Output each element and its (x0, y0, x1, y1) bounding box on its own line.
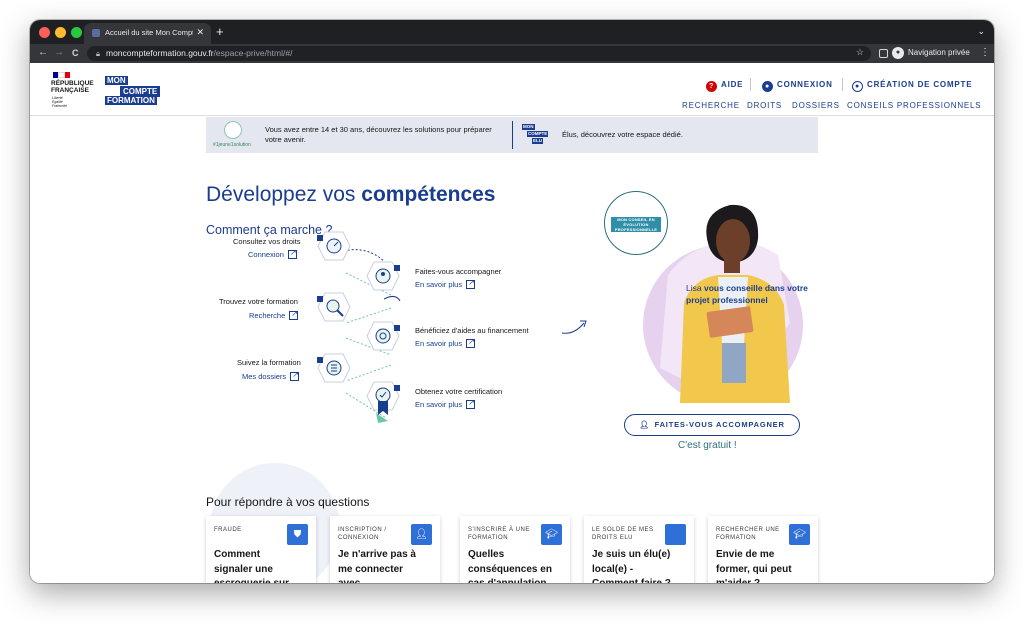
faq-question: Quelles conséquences en cas d'annulation (468, 549, 552, 583)
forward-button[interactable]: → (54, 47, 64, 58)
external-link-icon (287, 248, 297, 259)
faq-card[interactable]: INSCRIPTION / CONNEXION Je n'arrive pas … (330, 516, 440, 583)
external-link-icon (466, 337, 476, 348)
step-link-connexion[interactable]: Connexion (248, 248, 297, 259)
faq-question: Je suis un élu(e) local(e) - Comment fai… (592, 549, 671, 583)
mon-compte-elu-logo[interactable]: MON COMPTE ELU (521, 124, 553, 146)
free-label: C'est gratuit ! (678, 440, 737, 451)
faq-category: LE SOLDE DE MES DROITS ELU (592, 527, 654, 541)
questions-heading: Pour répondre à vos questions (206, 495, 370, 509)
republique-motto: Liberté Égalité Fraternité (52, 96, 67, 108)
tab-title: Accueil du site Mon Compte Fo (105, 28, 193, 37)
gauge-icon (317, 231, 351, 261)
step-link-mes-dossiers[interactable]: Mes dossiers (242, 370, 300, 381)
connexion-link[interactable]: ● CONNEXION (762, 80, 833, 92)
document-icon (317, 353, 351, 383)
jeune-solution-tag: #1jeune1solution (213, 142, 251, 148)
faq-category: INSCRIPTION / CONNEXION (338, 527, 387, 541)
browser-tab[interactable]: Accueil du site Mon Compte Fo ✕ (84, 23, 211, 44)
external-link-icon (290, 370, 300, 381)
external-link-icon (466, 278, 476, 289)
faq-card[interactable]: S'INSCRIRE À UNE FORMATION Quelles consé… (460, 516, 570, 583)
advisor-badge: MON CONSEIL EN ÉVOLUTION PROFESSIONNELLE (604, 191, 668, 255)
graduation-cap-icon: 🎓︎ (789, 524, 810, 545)
bookmark-star-icon[interactable]: ☆ (856, 47, 864, 58)
web-page: RÉPUBLIQUE FRANÇAISE Liberté Égalité Fra… (30, 63, 994, 583)
url-text: moncompteformation.gouv.fr/espace-prive/… (106, 48, 293, 58)
faq-card[interactable]: FRAUDE Comment signaler une escroquerie … (206, 516, 316, 583)
maximize-window-button[interactable] (71, 27, 82, 38)
tab-close-icon[interactable]: ✕ (196, 27, 204, 38)
money-icon (366, 321, 400, 351)
nav-divider (842, 78, 843, 91)
browser-window: Accueil du site Mon Compte Fo ✕ + ⌄ ← → … (30, 20, 994, 583)
incognito-icon: ● (892, 47, 904, 59)
menu-droits[interactable]: DROITS (747, 101, 782, 110)
address-bar[interactable]: 🔒︎ moncompteformation.gouv.fr/espace-pri… (87, 46, 871, 61)
jeune-solution-text[interactable]: Vous avez entre 14 et 30 ans, découvrez … (265, 125, 505, 145)
external-link-icon (289, 309, 299, 320)
menu-kebab-icon[interactable]: ⋮ (980, 47, 990, 58)
mon-compte-formation-logo[interactable]: MON COMPTE FORMATION (105, 76, 165, 106)
back-button[interactable]: ← (38, 47, 48, 58)
faq-category: RECHERCHER UNE FORMATION (716, 527, 780, 541)
shield-icon: ⛊ (287, 524, 308, 545)
menu-conseils-professionnels[interactable]: CONSEILS PROFESSIONNELS (847, 101, 981, 110)
tab-search-chevron-icon[interactable]: ⌄ (977, 26, 985, 37)
jeune-solution-logo[interactable] (224, 121, 242, 139)
faq-question: Comment signaler une escroquerie sur Mon… (214, 549, 289, 583)
faq-card[interactable]: RECHERCHER UNE FORMATION Envie de me for… (708, 516, 818, 583)
external-link-icon (466, 398, 476, 409)
new-tab-button[interactable]: + (216, 24, 224, 39)
user-circle-icon: ● (852, 81, 863, 92)
info-banner: #1jeune1solution Vous avez entre 14 et 3… (206, 117, 818, 153)
private-label: Navigation privée (908, 48, 970, 57)
step-link-en-savoir-plus[interactable]: En savoir plus (415, 398, 476, 409)
tab-strip: Accueil du site Mon Compte Fo ✕ + ⌄ (30, 20, 994, 44)
republique-francaise-label: RÉPUBLIQUE FRANÇAISE (51, 80, 94, 94)
favicon-icon (92, 29, 100, 37)
person-icon (366, 261, 400, 291)
browser-toolbar: ← → C 🔒︎ moncompteformation.gouv.fr/espa… (30, 44, 994, 63)
advisor-caption: Lisa vous conseille dans votre projet pr… (686, 283, 808, 305)
user-icon: ● (762, 81, 773, 92)
faq-question: Envie de me former, qui peut m'aider ? (716, 549, 792, 583)
private-browsing-indicator[interactable]: ● Navigation privée (892, 46, 970, 61)
side-panel-icon[interactable] (879, 49, 888, 58)
magnifier-icon (317, 292, 351, 322)
page-title: Développez vos compétences (206, 183, 496, 206)
step-link-en-savoir-plus[interactable]: En savoir plus (415, 278, 476, 289)
blank-icon (665, 524, 686, 545)
person-icon: 👤︎ (639, 420, 650, 429)
close-window-button[interactable] (39, 27, 50, 38)
faq-category: S'INSCRIRE À UNE FORMATION (468, 527, 530, 541)
step-link-en-savoir-plus[interactable]: En savoir plus (415, 337, 476, 348)
site-header: RÉPUBLIQUE FRANÇAISE Liberté Égalité Fra… (30, 63, 994, 116)
minimize-window-button[interactable] (55, 27, 66, 38)
certificate-badge-icon (366, 381, 400, 415)
republique-flag-logo (53, 72, 70, 78)
reload-button[interactable]: C (72, 48, 79, 58)
banner-divider (512, 121, 513, 149)
faq-card[interactable]: LE SOLDE DE MES DROITS ELU Je suis un él… (584, 516, 694, 583)
step-link-recherche[interactable]: Recherche (249, 309, 299, 320)
creation-compte-link[interactable]: ● CRÉATION DE COMPTE (852, 80, 972, 92)
user-icon: 👤︎ (411, 524, 432, 545)
faites-vous-accompagner-button[interactable]: 👤︎ FAITES-VOUS ACCOMPAGNER (624, 414, 800, 436)
graduation-cap-icon: 🎓︎ (541, 524, 562, 545)
nav-divider (750, 78, 751, 91)
faq-category: FRAUDE (214, 527, 242, 533)
aide-link[interactable]: ? AIDE (706, 80, 743, 92)
lock-icon: 🔒︎ (96, 49, 100, 58)
elus-text[interactable]: Élus, découvrez votre espace dédié. (562, 130, 683, 139)
help-icon: ? (706, 81, 717, 92)
faq-question: Je n'arrive pas à me connecter avec Fran… (338, 549, 416, 583)
menu-recherche[interactable]: RECHERCHE (682, 101, 740, 110)
menu-dossiers[interactable]: DOSSIERS (792, 101, 840, 110)
